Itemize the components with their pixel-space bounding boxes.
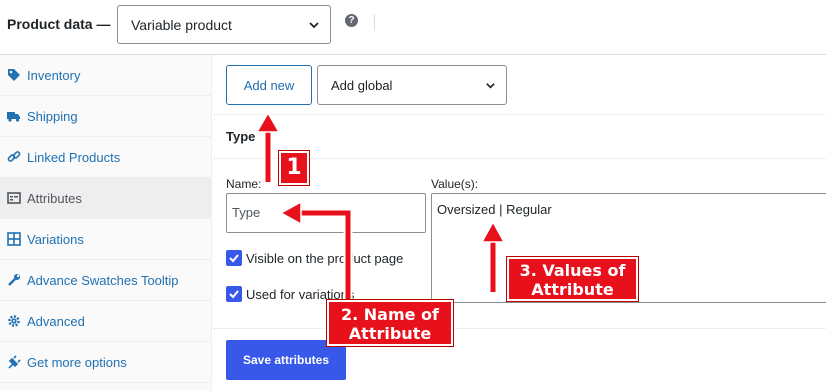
- product-type-value: Variable product: [131, 17, 232, 33]
- chevron-down-icon: [309, 22, 319, 29]
- sidebar-item-label: Shipping: [27, 109, 78, 124]
- list-icon: [7, 192, 21, 204]
- truck-icon: [7, 112, 20, 122]
- plugin-icon: [8, 355, 21, 369]
- attribute-values-text: Oversized | Regular: [437, 202, 552, 217]
- add-new-button[interactable]: Add new: [226, 65, 312, 105]
- add-global-select[interactable]: Add global: [317, 65, 507, 105]
- sidebar-item-inventory[interactable]: Inventory: [0, 55, 212, 96]
- tag-icon: [8, 69, 20, 81]
- gear-icon: [8, 315, 20, 327]
- used-for-variations-option: Used for variations: [226, 286, 426, 304]
- save-attributes-button[interactable]: Save attributes: [226, 340, 346, 380]
- sidebar-item-attributes[interactable]: Attributes: [0, 178, 212, 219]
- attribute-values-textarea[interactable]: Oversized | Regular: [431, 193, 826, 303]
- attributes-toolbar: Add new Add global: [213, 55, 826, 115]
- product-data-header: Product data — Variable product ?: [0, 0, 826, 55]
- checkmark-icon: [229, 254, 239, 263]
- sidebar-item-label: Variations: [27, 232, 84, 247]
- variations-checkbox-label: Used for variations: [246, 287, 355, 302]
- product-type-select[interactable]: Variable product: [117, 5, 331, 44]
- sidebar-item-label: Advance Swatches Tooltip: [27, 273, 179, 288]
- sidebar-item-label: Linked Products: [27, 150, 121, 165]
- checkmark-icon: [229, 290, 239, 299]
- sidebar-item-label: Attributes: [27, 191, 82, 206]
- grid-icon: [7, 232, 21, 246]
- sidebar-item-advance-swatches-tooltip[interactable]: Advance Swatches Tooltip: [0, 260, 212, 301]
- attribute-name-input[interactable]: Type: [226, 193, 426, 233]
- help-icon[interactable]: ?: [345, 14, 358, 27]
- attribute-heading: Type: [226, 129, 256, 144]
- header-divider: [374, 14, 375, 31]
- sidebar-item-shipping[interactable]: Shipping: [0, 96, 212, 137]
- visible-checkbox-label: Visible on the product page: [246, 251, 404, 266]
- add-global-value: Add global: [331, 78, 393, 93]
- attribute-header[interactable]: Type: [213, 115, 826, 159]
- visible-checkbox[interactable]: [226, 250, 242, 266]
- sidebar-item-label: Advanced: [27, 314, 85, 329]
- section-divider: [213, 328, 826, 329]
- visible-on-product-page-option: Visible on the product page: [226, 250, 426, 268]
- product-data-label: Product data —: [7, 16, 111, 32]
- variations-checkbox[interactable]: [226, 286, 242, 302]
- values-label: Value(s):: [431, 177, 479, 191]
- sidebar-item-advanced[interactable]: Advanced: [0, 301, 212, 342]
- sidebar-item-label: Get more options: [27, 355, 127, 370]
- name-label: Name:: [226, 177, 262, 191]
- wrench-icon: [8, 274, 20, 286]
- attributes-panel: Add new Add global Type Name: Type Value…: [213, 55, 826, 391]
- sidebar-item-label: Inventory: [27, 68, 81, 83]
- link-icon: [7, 151, 21, 162]
- chevron-down-icon: [486, 83, 495, 89]
- sidebar-item-get-more-options[interactable]: Get more options: [0, 342, 212, 383]
- product-data-tabs: Inventory Shipping Linked Products Attri…: [0, 55, 212, 391]
- sidebar-item-variations[interactable]: Variations: [0, 219, 212, 260]
- sidebar-item-linked-products[interactable]: Linked Products: [0, 137, 212, 178]
